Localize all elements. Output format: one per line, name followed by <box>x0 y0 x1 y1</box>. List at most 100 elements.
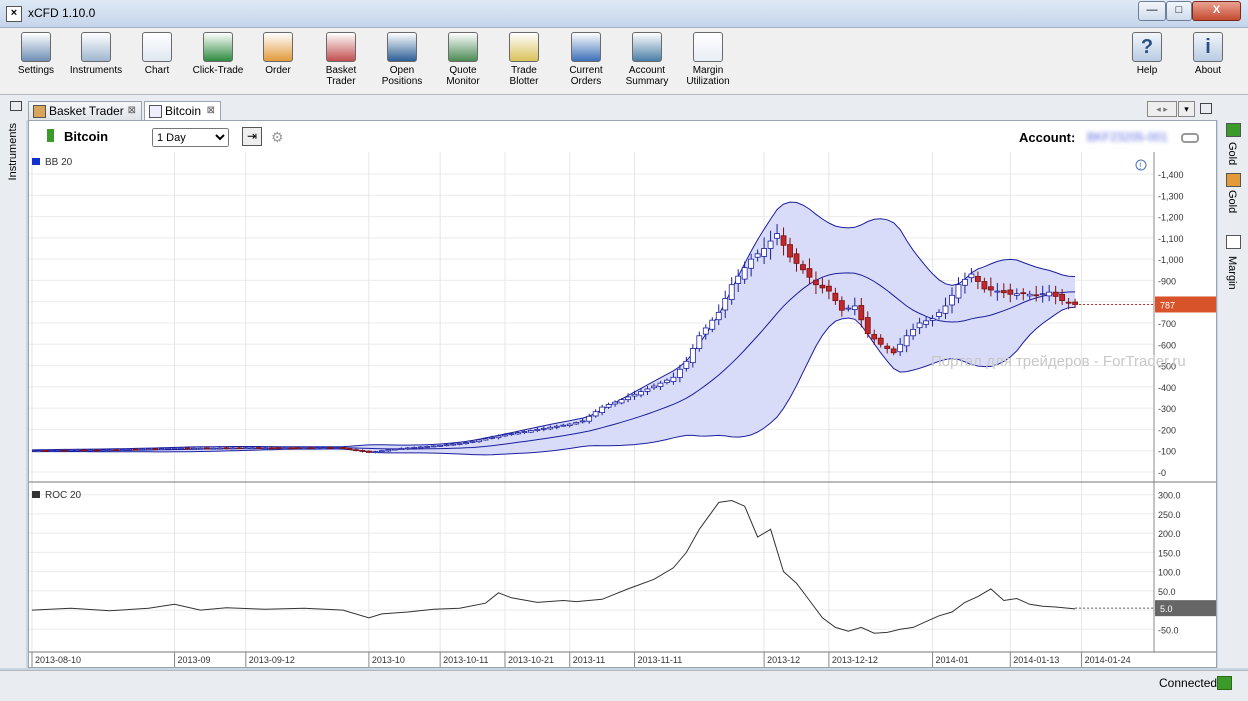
toolbar-button-label: Margin Utilization <box>686 65 730 87</box>
chart-button[interactable]: Chart <box>127 32 187 76</box>
time-tick-label: 2013-08-10 <box>35 655 81 665</box>
restore-panel-icon[interactable] <box>1200 103 1212 114</box>
gold-chart-icon[interactable] <box>1226 173 1241 187</box>
briefcase-icon <box>387 32 417 62</box>
blotter-icon <box>509 32 539 62</box>
price-tick-label: -900 <box>1158 276 1176 286</box>
side-tab-margin[interactable]: Margin <box>1226 256 1238 290</box>
time-tick-label: 2013-09-12 <box>249 655 295 665</box>
roc-tick-label: 150.0 <box>1158 548 1181 558</box>
side-tab-gold[interactable]: Gold <box>1226 142 1238 165</box>
candle <box>165 447 171 450</box>
time-tick-label: 2013-10 <box>372 655 405 665</box>
time-tick-label: 2014-01-24 <box>1085 655 1131 665</box>
tab-bitcoin[interactable]: Bitcoin ⊠ <box>144 101 221 120</box>
basket-icon <box>326 32 356 62</box>
margin-icon[interactable] <box>1226 235 1241 249</box>
about-button[interactable]: i About <box>1178 32 1238 76</box>
left-side-panel: Instruments <box>0 95 26 668</box>
candle <box>204 447 210 450</box>
link-icon[interactable] <box>1181 133 1199 143</box>
last-price-value: 787 <box>1160 300 1175 310</box>
close-tab-icon[interactable]: ⊠ <box>207 102 215 120</box>
candle <box>346 447 353 450</box>
time-tick-label: 2013-10-21 <box>508 655 554 665</box>
roc-tick-label: 300.0 <box>1158 491 1181 501</box>
bb-legend-swatch <box>32 158 40 165</box>
roc-legend-swatch <box>32 491 40 498</box>
tab-scroll-arrows[interactable]: ◂ ▸ <box>1147 101 1177 117</box>
toolbar-button-label: Order <box>265 65 291 76</box>
quote-monitor-button[interactable]: Quote Monitor <box>433 32 493 87</box>
chart-export-icon[interactable]: ⇥ <box>242 127 262 146</box>
time-tick-label: 2014-01-13 <box>1013 655 1059 665</box>
toolbar-button-label: Click-Trade <box>192 65 244 76</box>
toolbar-button-label: Open Positions <box>381 65 423 87</box>
trade-blotter-button[interactable]: Trade Blotter <box>494 32 554 87</box>
settings-button[interactable]: Settings <box>6 32 66 76</box>
candle <box>391 448 398 451</box>
title-bar: × xCFD 1.10.0 — □ X <box>0 0 1248 28</box>
buy-sell-icon <box>203 32 233 62</box>
tab-label: Bitcoin <box>165 104 202 118</box>
candle <box>119 449 126 451</box>
close-tab-icon[interactable]: ⊠ <box>128 102 136 120</box>
time-tick-label: 2013-12-12 <box>832 655 878 665</box>
main-toolbar: Settings Instruments Chart Click-Trade Order… <box>0 28 1248 95</box>
quote-monitor-icon <box>448 32 478 62</box>
period-select[interactable]: 1 Day <box>152 128 229 147</box>
basket-icon <box>33 105 46 118</box>
info-icon-glyph: ! <box>1139 161 1142 171</box>
account-label: Account: <box>1019 130 1076 145</box>
price-tick-label: -700 <box>1158 319 1176 329</box>
tab-basket-trader[interactable]: Basket Trader ⊠ <box>28 101 142 120</box>
basket-trader-button[interactable]: Basket Trader <box>311 32 371 87</box>
side-tab-instruments[interactable]: Instruments <box>7 123 19 180</box>
list-icon <box>81 32 111 62</box>
roc-tick-label: 100.0 <box>1158 568 1181 578</box>
price-tick-label: -0 <box>1158 468 1166 478</box>
price-tick-label: -400 <box>1158 383 1176 393</box>
minimize-button[interactable]: — <box>1138 1 1166 21</box>
candle <box>67 449 74 452</box>
calculator-icon <box>632 32 662 62</box>
candle <box>437 444 444 447</box>
close-button[interactable]: X <box>1192 1 1241 21</box>
current-orders-button[interactable]: Current Orders <box>556 32 616 87</box>
price-tick-label: -1,300 <box>1158 191 1184 201</box>
roc-tick-label: 50.0 <box>1158 587 1176 597</box>
restore-panel-icon[interactable] <box>10 101 22 111</box>
gears-icon <box>21 32 51 62</box>
help-button[interactable]: ? Help <box>1117 32 1177 76</box>
candle <box>249 447 256 450</box>
account-summary-button[interactable]: Account Summary <box>617 32 677 87</box>
price-tick-label: -300 <box>1158 404 1176 414</box>
toolbar-button-label: Quote Monitor <box>446 65 480 87</box>
tab-list-dropdown-icon[interactable]: ▾ <box>1178 101 1195 117</box>
gold-chart-icon[interactable] <box>1226 123 1241 137</box>
instruments-button[interactable]: Instruments <box>66 32 126 76</box>
order-pencil-icon <box>263 32 293 62</box>
candle <box>378 450 385 453</box>
time-tick-label: 2013-09 <box>178 655 211 665</box>
time-tick-label: 2014-01 <box>936 655 969 665</box>
open-positions-button[interactable]: Open Positions <box>372 32 432 87</box>
toolbar-button-label: About <box>1194 65 1222 76</box>
price-chart[interactable]: -0-100-200-300-400-500-600-700-800-900-1… <box>29 152 1216 667</box>
candle <box>255 447 262 449</box>
margin-utilization-button[interactable]: Margin Utilization <box>678 32 738 87</box>
tab-label: Basket Trader <box>49 104 124 118</box>
toolbar-button-label: Account Summary <box>625 65 669 87</box>
chart-icon <box>149 105 162 118</box>
price-tick-label: -1,000 <box>1158 255 1184 265</box>
order-button[interactable]: Order <box>248 32 308 76</box>
maximize-button[interactable]: □ <box>1166 1 1192 21</box>
info-icon: i <box>1193 32 1223 62</box>
side-tab-gold[interactable]: Gold <box>1226 190 1238 213</box>
chart-icon <box>142 32 172 62</box>
gear-icon[interactable]: ⚙ <box>271 129 284 146</box>
gavel-icon <box>571 32 601 62</box>
roc-legend-label: ROC 20 <box>45 490 82 501</box>
candle <box>113 449 120 452</box>
click-trade-button[interactable]: Click-Trade <box>188 32 248 76</box>
